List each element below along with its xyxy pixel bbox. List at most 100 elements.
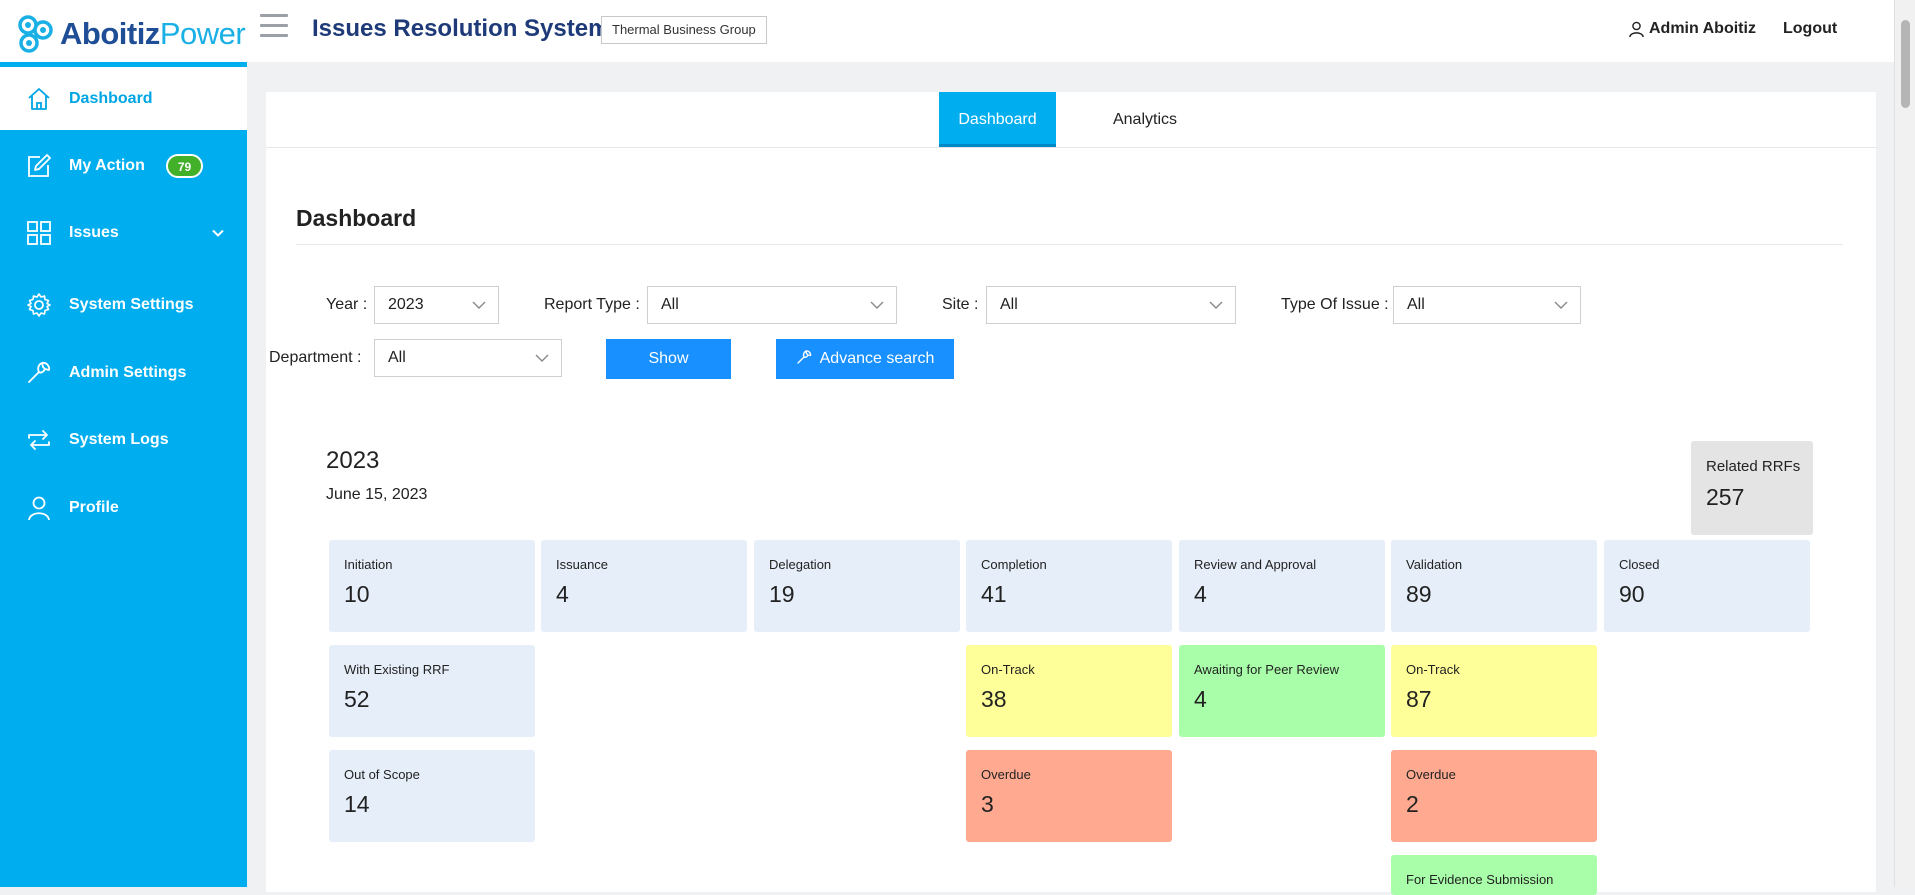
user-menu[interactable]: Admin Aboitiz bbox=[1628, 20, 1756, 38]
card-value: 41 bbox=[981, 581, 1007, 607]
show-button[interactable]: Show bbox=[606, 339, 731, 379]
tab-bar: Dashboard Analytics bbox=[266, 92, 1876, 148]
year-select-value: 2023 bbox=[388, 296, 424, 313]
home-icon bbox=[28, 87, 50, 110]
substat-card-with-existing-rrf[interactable]: With Existing RRF 52 bbox=[329, 645, 535, 737]
type-of-issue-select[interactable]: All bbox=[1393, 286, 1581, 324]
card-value: 19 bbox=[769, 581, 795, 607]
substat-card-validation-overdue[interactable]: Overdue 2 bbox=[1391, 750, 1597, 842]
stage-card-validation[interactable]: Validation 89 bbox=[1391, 540, 1597, 632]
related-rrfs-card[interactable]: Related RRFs 257 bbox=[1691, 441, 1813, 535]
card-label: Out of Scope bbox=[344, 767, 420, 782]
substat-card-for-evidence-submission[interactable]: For Evidence Submission bbox=[1391, 855, 1597, 895]
card-label: Related RRFs bbox=[1706, 458, 1801, 475]
year-label: Year : bbox=[326, 296, 368, 313]
my-action-count-badge: 79 bbox=[166, 153, 203, 178]
card-label: Review and Approval bbox=[1194, 557, 1317, 572]
card-value: 87 bbox=[1406, 686, 1432, 712]
scrollbar-thumb[interactable] bbox=[1901, 20, 1910, 108]
substat-card-completion-overdue[interactable]: Overdue 3 bbox=[966, 750, 1172, 842]
substat-card-out-of-scope[interactable]: Out of Scope 14 bbox=[329, 750, 535, 842]
card-label: Initiation bbox=[344, 557, 393, 572]
tab-dashboard[interactable]: Dashboard bbox=[939, 92, 1056, 147]
refresh-icon bbox=[28, 429, 50, 450]
wrench-icon bbox=[28, 361, 51, 383]
card-label: Overdue bbox=[981, 767, 1031, 782]
chevron-down-icon[interactable] bbox=[211, 226, 225, 240]
card-value: 52 bbox=[344, 686, 370, 712]
card-label: Completion bbox=[981, 557, 1047, 572]
stage-card-initiation[interactable]: Initiation 10 bbox=[329, 540, 535, 632]
card-value: 4 bbox=[1194, 686, 1207, 712]
report-type-select[interactable]: All bbox=[647, 286, 897, 324]
year-select[interactable]: 2023 bbox=[374, 286, 499, 324]
substat-card-validation-on-track[interactable]: On-Track 87 bbox=[1391, 645, 1597, 737]
sidebar-item-system-settings[interactable]: System Settings bbox=[0, 273, 247, 336]
sidebar-item-label: Admin Settings bbox=[69, 363, 187, 381]
summary-date: June 15, 2023 bbox=[326, 486, 428, 503]
sidebar-item-my-action[interactable]: My Action 79 bbox=[0, 134, 247, 197]
sidebar-item-profile[interactable]: Profile bbox=[0, 476, 247, 539]
sidebar-item-label: System Settings bbox=[69, 295, 194, 313]
sidebar-item-dashboard[interactable]: Dashboard bbox=[0, 67, 247, 130]
business-group-badge: Thermal Business Group bbox=[601, 16, 767, 44]
card-label: For Evidence Submission bbox=[1406, 872, 1554, 887]
sidebar-item-label: Issues bbox=[69, 223, 119, 241]
sidebar-item-issues[interactable]: Issues bbox=[0, 201, 247, 264]
stage-card-issuance[interactable]: Issuance 4 bbox=[541, 540, 747, 632]
card-value: 2 bbox=[1406, 791, 1419, 817]
advance-search-button[interactable]: Advance search bbox=[776, 339, 954, 379]
app-title: Issues Resolution System bbox=[312, 15, 610, 42]
department-select-value: All bbox=[388, 349, 406, 366]
sidebar-item-admin-settings[interactable]: Admin Settings bbox=[0, 341, 247, 404]
summary-year: 2023 bbox=[326, 447, 380, 474]
substat-card-awaiting-peer-review[interactable]: Awaiting for Peer Review 4 bbox=[1179, 645, 1385, 737]
top-header: AboitizPower Issues Resolution System Th… bbox=[0, 0, 1895, 62]
chevron-down-icon bbox=[1209, 301, 1223, 309]
card-value: 4 bbox=[556, 581, 569, 607]
user-name: Admin Aboitiz bbox=[1649, 20, 1756, 37]
page-scrollbar[interactable] bbox=[1894, 0, 1915, 887]
card-label: Overdue bbox=[1406, 767, 1456, 782]
advance-search-label: Advance search bbox=[819, 350, 935, 367]
chevron-down-icon bbox=[472, 301, 486, 309]
aboitizpower-logo[interactable]: AboitizPower bbox=[14, 12, 246, 56]
stage-card-completion[interactable]: Completion 41 bbox=[966, 540, 1172, 632]
card-value: 38 bbox=[981, 686, 1007, 712]
card-value: 14 bbox=[344, 791, 370, 817]
logo-text: AboitizPower bbox=[60, 16, 246, 51]
stage-card-review-approval[interactable]: Review and Approval 4 bbox=[1179, 540, 1385, 632]
card-label: Validation bbox=[1406, 557, 1463, 572]
wrench-icon bbox=[796, 350, 811, 364]
swirl-logo-icon bbox=[18, 15, 53, 53]
page-title: Dashboard bbox=[296, 205, 417, 231]
card-label: Delegation bbox=[769, 557, 832, 572]
stage-card-closed[interactable]: Closed 90 bbox=[1604, 540, 1810, 632]
logout-link[interactable]: Logout bbox=[1783, 20, 1837, 38]
card-value: 90 bbox=[1619, 581, 1645, 607]
card-label: On-Track bbox=[1406, 662, 1460, 677]
sidebar-item-system-logs[interactable]: System Logs bbox=[0, 408, 247, 471]
divider bbox=[296, 244, 1843, 245]
edit-icon bbox=[28, 153, 51, 177]
chevron-down-icon bbox=[870, 301, 884, 309]
report-type-select-value: All bbox=[661, 296, 679, 313]
site-select-value: All bbox=[1000, 296, 1018, 313]
card-label: On-Track bbox=[981, 662, 1035, 677]
card-value: 3 bbox=[981, 791, 994, 817]
substat-card-completion-on-track[interactable]: On-Track 38 bbox=[966, 645, 1172, 737]
site-label: Site : bbox=[942, 296, 979, 313]
department-select[interactable]: All bbox=[374, 339, 562, 377]
site-select[interactable]: All bbox=[986, 286, 1236, 324]
stage-card-delegation[interactable]: Delegation 19 bbox=[754, 540, 960, 632]
gear-icon bbox=[27, 292, 51, 317]
tab-analytics[interactable]: Analytics bbox=[1086, 92, 1204, 147]
type-of-issue-label: Type Of Issue : bbox=[1281, 296, 1389, 313]
card-value: 89 bbox=[1406, 581, 1432, 607]
card-value: 4 bbox=[1194, 581, 1207, 607]
user-icon bbox=[1629, 21, 1644, 37]
sidebar-item-label: Dashboard bbox=[69, 89, 153, 107]
main-panel: Dashboard Analytics Dashboard Year : 202… bbox=[266, 92, 1876, 895]
hamburger-menu-icon[interactable] bbox=[260, 14, 288, 40]
sidebar-item-label: System Logs bbox=[69, 430, 169, 448]
